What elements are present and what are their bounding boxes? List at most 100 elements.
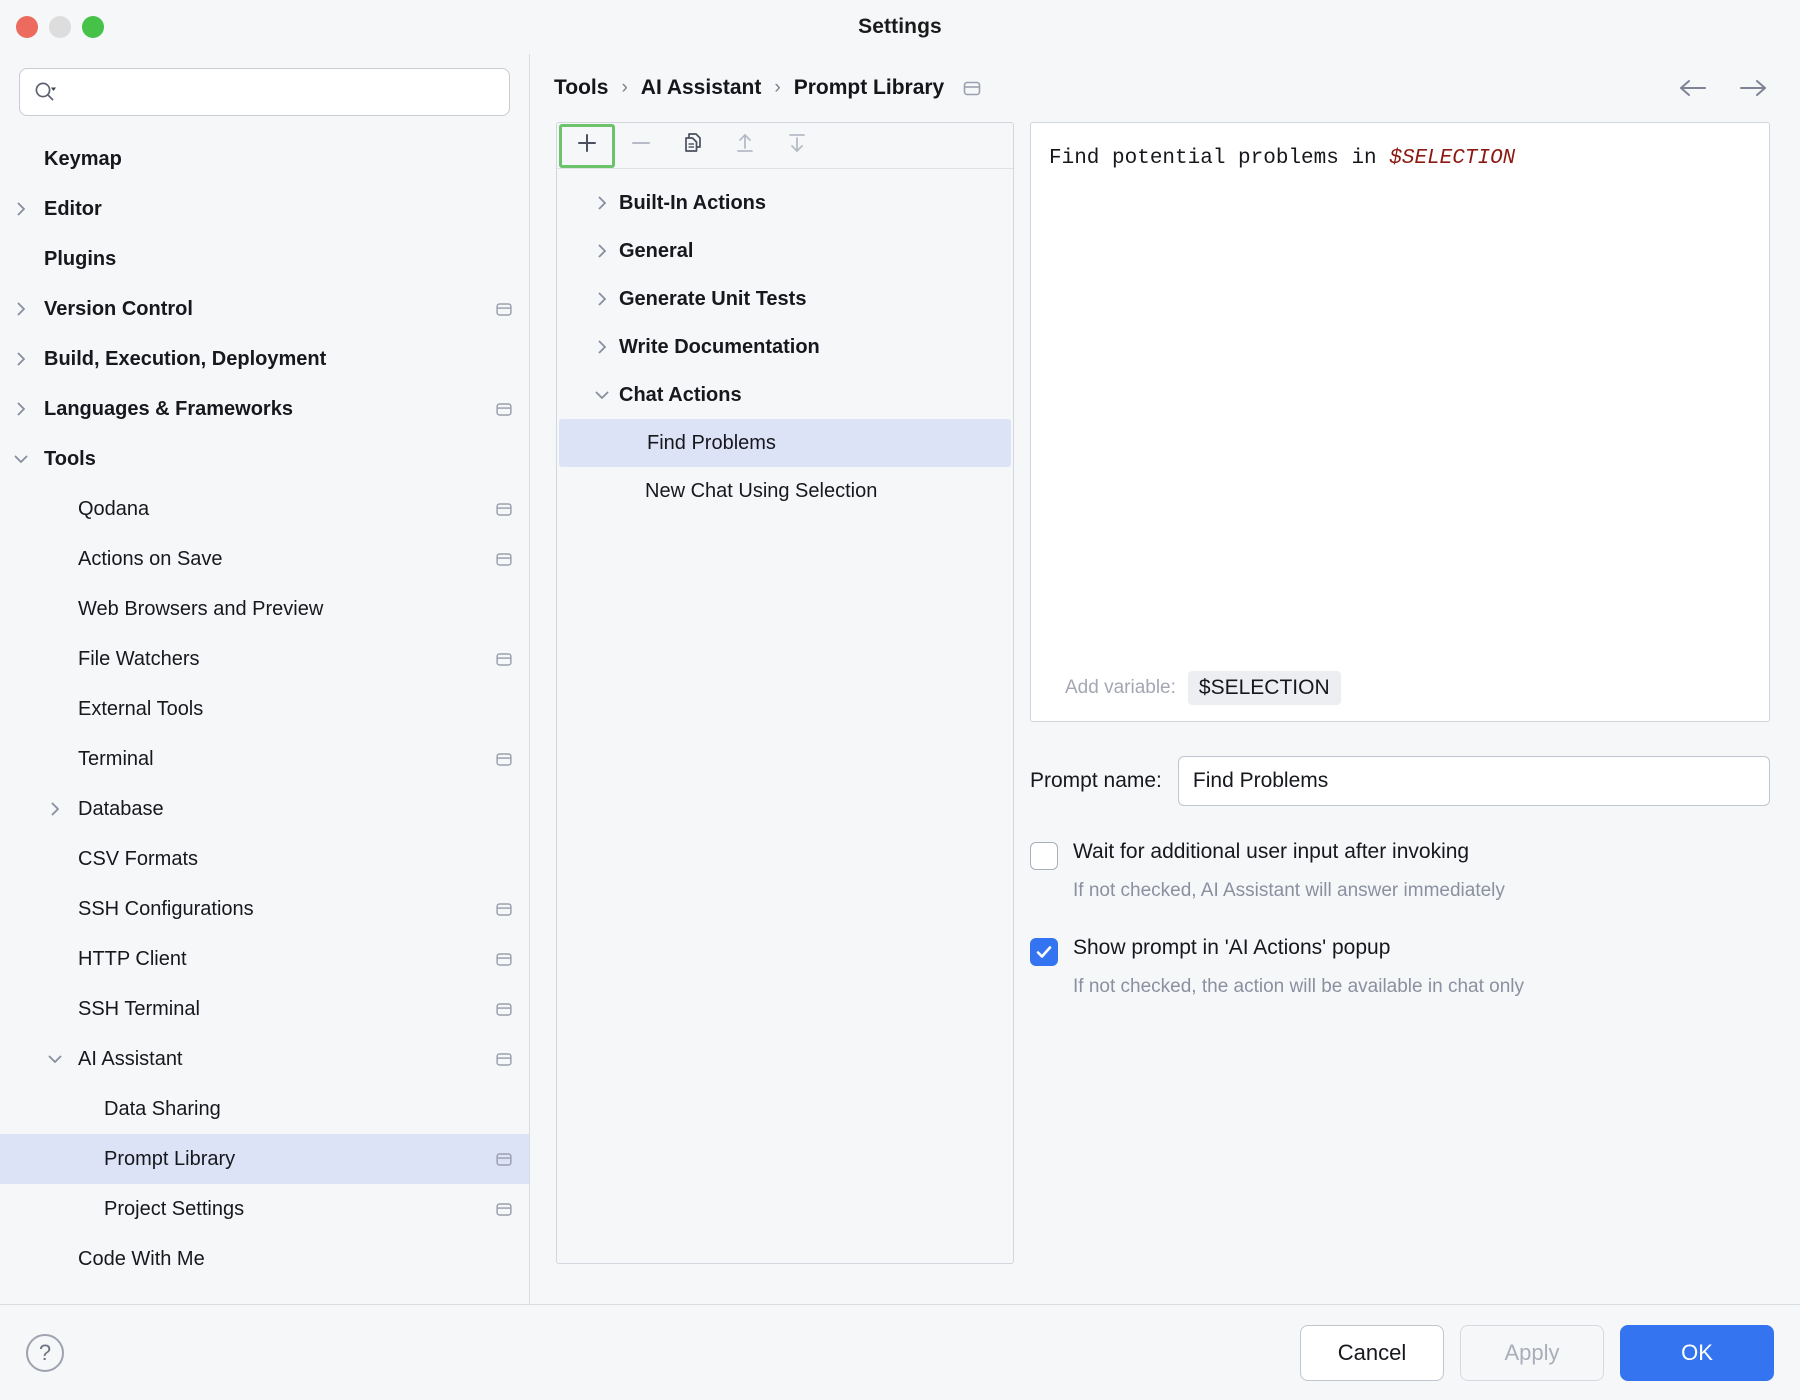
arrow-left-icon[interactable]: [1676, 75, 1710, 101]
prompt-text[interactable]: Find potential problems in $SELECTION: [1049, 145, 1751, 671]
chevron-right-icon[interactable]: [8, 349, 34, 369]
sidebar-item-languages-frameworks[interactable]: Languages & Frameworks: [0, 384, 529, 434]
chevron-right-icon[interactable]: [591, 241, 613, 261]
search-input[interactable]: [64, 69, 497, 115]
sidebar-tree[interactable]: Keymap Editor Plugins Version Control Build,…: [0, 132, 529, 1304]
sidebar-item-version-control[interactable]: Version Control: [0, 284, 529, 334]
sidebar-item-web-browsers-and-preview[interactable]: Web Browsers and Preview: [0, 584, 529, 634]
cancel-button[interactable]: Cancel: [1300, 1324, 1444, 1381]
show-prompt-popup-hint: If not checked, the action will be avail…: [1073, 976, 1524, 997]
chevron-down-icon[interactable]: [591, 385, 613, 405]
sidebar-item-editor[interactable]: Editor: [0, 184, 529, 234]
show-prompt-popup-checkbox-row[interactable]: Show prompt in 'AI Actions' popup: [1030, 936, 1770, 966]
variable-chip-selection[interactable]: $SELECTION: [1187, 671, 1341, 705]
arrow-up-icon: [731, 129, 759, 162]
sidebar-item-label: Languages & Frameworks: [44, 397, 293, 420]
prompt-tree-item-built-in-actions[interactable]: Built-In Actions: [557, 179, 1013, 227]
sidebar-item-prompt-library[interactable]: Prompt Library: [0, 1134, 529, 1184]
sidebar-item-build-execution-deployment[interactable]: Build, Execution, Deployment: [0, 334, 529, 384]
project-scope-icon: [493, 1148, 515, 1170]
minimize-window-button[interactable]: [49, 16, 71, 38]
sidebar-item-data-sharing[interactable]: Data Sharing: [0, 1084, 529, 1134]
prompt-list-panel: Built-In Actions General Generate Unit Tes…: [556, 122, 1014, 1264]
prompt-tree-item-label: Write Documentation: [619, 335, 820, 358]
breadcrumb-item-ai-assistant[interactable]: AI Assistant: [641, 76, 762, 100]
sidebar-item-label: Editor: [44, 197, 102, 220]
sidebar-item-http-client[interactable]: HTTP Client: [0, 934, 529, 984]
project-scope-icon: [493, 898, 515, 920]
dialog-footer: ? Cancel Apply OK: [0, 1304, 1800, 1400]
sidebar-item-plugins[interactable]: Plugins: [0, 234, 529, 284]
project-scope-icon: [493, 948, 515, 970]
remove-prompt-button: [615, 124, 667, 168]
prompt-tree-item-generate-unit-tests[interactable]: Generate Unit Tests: [557, 275, 1013, 323]
wait-for-input-checkbox-row[interactable]: Wait for additional user input after inv…: [1030, 840, 1770, 870]
wait-for-input-hint: If not checked, AI Assistant will answer…: [1073, 880, 1505, 901]
prompt-tree-item-new-chat-using-selection[interactable]: New Chat Using Selection: [557, 467, 1013, 515]
chevron-right-icon[interactable]: [8, 199, 34, 219]
prompt-name-label: Prompt name:: [1030, 769, 1162, 792]
close-window-button[interactable]: [16, 16, 38, 38]
prompt-name-input[interactable]: [1177, 756, 1770, 806]
ok-button[interactable]: OK: [1620, 1324, 1774, 1381]
chevron-down-icon[interactable]: [42, 1049, 68, 1069]
sidebar-item-label: Tools: [44, 447, 96, 470]
sidebar-item-label: External Tools: [78, 697, 204, 720]
sidebar-item-tools[interactable]: Tools: [0, 434, 529, 484]
sidebar-item-ai-assistant[interactable]: AI Assistant: [0, 1034, 529, 1084]
chevron-right-icon[interactable]: [591, 193, 613, 213]
breadcrumb-item-prompt-library: Prompt Library: [793, 76, 945, 99]
sidebar-item-database[interactable]: Database: [0, 784, 529, 834]
sidebar-item-qodana[interactable]: Qodana: [0, 484, 529, 534]
sidebar-item-label: Qodana: [78, 497, 150, 520]
sidebar-item-label: Build, Execution, Deployment: [44, 347, 327, 370]
sidebar-item-label: Code With Me: [78, 1247, 205, 1270]
settings-detail-pane: Tools › AI Assistant › Prompt Library Bu…: [530, 54, 1800, 1304]
prompt-tree-item-chat-actions[interactable]: Chat Actions: [557, 371, 1013, 419]
minus-icon: [627, 129, 655, 162]
chevron-right-icon[interactable]: [8, 399, 34, 419]
search-icon: [32, 79, 58, 105]
add-variable-label: Add variable:: [1065, 677, 1176, 698]
breadcrumb-item-tools[interactable]: Tools: [554, 76, 608, 100]
prompt-tree-item-general[interactable]: General: [557, 227, 1013, 275]
prompt-tree-item-label: Find Problems: [647, 431, 776, 454]
search-box[interactable]: [19, 68, 510, 116]
chevron-right-icon[interactable]: [8, 299, 34, 319]
chevron-right-icon[interactable]: [591, 337, 613, 357]
copy-prompt-button[interactable]: [667, 124, 719, 168]
prompt-library-content: Built-In Actions General Generate Unit Tes…: [530, 122, 1800, 1304]
sidebar-item-external-tools[interactable]: External Tools: [0, 684, 529, 734]
add-variable-row: Add variable: $SELECTION: [1049, 671, 1751, 705]
sidebar-item-terminal[interactable]: Terminal: [0, 734, 529, 784]
project-scope-icon: [493, 648, 515, 670]
help-button[interactable]: ?: [26, 1333, 64, 1372]
plus-icon: [573, 129, 601, 162]
sidebar-item-keymap[interactable]: Keymap: [0, 134, 529, 184]
sidebar-item-label: Plugins: [44, 247, 117, 270]
show-prompt-popup-checkbox[interactable]: [1030, 938, 1058, 966]
sidebar-item-ssh-configurations[interactable]: SSH Configurations: [0, 884, 529, 934]
wait-for-input-checkbox[interactable]: [1030, 842, 1058, 870]
sidebar-item-ssh-terminal[interactable]: SSH Terminal: [0, 984, 529, 1034]
prompt-tree[interactable]: Built-In Actions General Generate Unit Tes…: [557, 169, 1013, 515]
arrow-right-icon[interactable]: [1736, 75, 1770, 101]
history-navigation: [1676, 75, 1778, 101]
prompt-tree-item-write-documentation[interactable]: Write Documentation: [557, 323, 1013, 371]
sidebar-item-csv-formats[interactable]: CSV Formats: [0, 834, 529, 884]
chevron-down-icon[interactable]: [8, 449, 34, 469]
prompt-tree-item-find-problems[interactable]: Find Problems: [559, 419, 1011, 467]
sidebar-item-file-watchers[interactable]: File Watchers: [0, 634, 529, 684]
sidebar-item-actions-on-save[interactable]: Actions on Save: [0, 534, 529, 584]
chevron-right-icon[interactable]: [42, 799, 68, 819]
apply-button: Apply: [1460, 1324, 1604, 1381]
zoom-window-button[interactable]: [82, 16, 104, 38]
add-prompt-button[interactable]: [559, 123, 615, 168]
wait-for-input-label: Wait for additional user input after inv…: [1073, 840, 1470, 863]
prompt-text-editor[interactable]: Find potential problems in $SELECTION Ad…: [1030, 122, 1770, 722]
sidebar-item-code-with-me[interactable]: Code With Me: [0, 1234, 529, 1284]
sidebar-item-project-settings[interactable]: Project Settings: [0, 1184, 529, 1234]
settings-sidebar: Keymap Editor Plugins Version Control Build,…: [0, 54, 530, 1304]
chevron-right-icon[interactable]: [591, 289, 613, 309]
sidebar-item-label: Data Sharing: [104, 1097, 221, 1120]
